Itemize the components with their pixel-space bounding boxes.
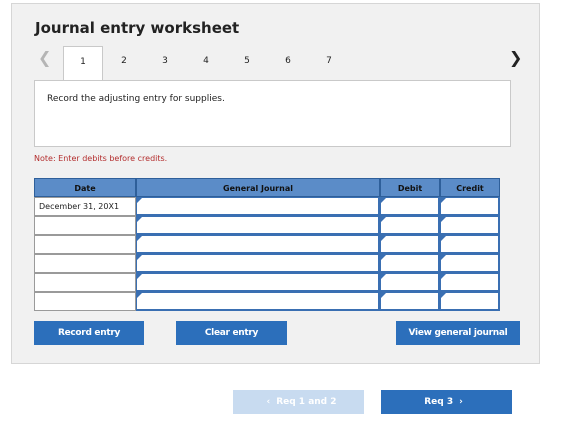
prev-requirement-label: Req 1 and 2 [276,397,337,407]
tab-5[interactable]: 5 [227,46,267,80]
dropdown-marker-icon [137,293,142,298]
debit-input[interactable] [380,292,440,311]
credit-input[interactable] [440,292,500,311]
input-marker-icon [381,236,386,241]
general-journal-input[interactable] [136,292,380,311]
chevron-left-icon[interactable]: ❮ [38,50,51,66]
tab-2[interactable]: 2 [104,46,144,80]
chevron-left-icon: ‹ [266,397,271,407]
date-cell[interactable]: December 31, 20X1 [34,197,136,216]
input-marker-icon [441,255,446,260]
input-marker-icon [441,217,446,222]
record-entry-button[interactable]: Record entry [34,321,144,345]
date-value: December 31, 20X1 [39,202,120,211]
input-marker-icon [441,198,446,203]
header-debit: Debit [380,178,440,197]
general-journal-input[interactable] [136,254,380,273]
dropdown-marker-icon [137,255,142,260]
credit-input[interactable] [440,235,500,254]
input-marker-icon [441,293,446,298]
tab-4[interactable]: 4 [186,46,226,80]
date-cell[interactable] [34,216,136,235]
debit-input[interactable] [380,235,440,254]
debit-credit-note: Note: Enter debits before credits. [34,154,168,163]
worksheet-title: Journal entry worksheet [35,19,240,37]
header-general-journal: General Journal [136,178,380,197]
journal-entry-table: Date General Journal Debit Credit Decemb… [34,178,502,311]
dropdown-marker-icon [137,217,142,222]
header-credit: Credit [440,178,500,197]
chevron-right-icon: › [459,397,463,407]
view-general-journal-button[interactable]: View general journal [396,321,520,345]
input-marker-icon [381,274,386,279]
input-marker-icon [381,255,386,260]
instruction-box: Record the adjusting entry for supplies. [34,80,511,147]
debit-input[interactable] [380,197,440,216]
debit-input[interactable] [380,254,440,273]
dropdown-marker-icon [137,274,142,279]
input-marker-icon [381,217,386,222]
dropdown-marker-icon [137,198,142,203]
general-journal-input[interactable] [136,197,380,216]
input-marker-icon [381,198,386,203]
general-journal-input[interactable] [136,273,380,292]
header-date: Date [34,178,136,197]
credit-input[interactable] [440,216,500,235]
date-cell[interactable] [34,254,136,273]
next-requirement-label: Req 3 [424,397,454,407]
prev-requirement-button[interactable]: ‹ Req 1 and 2 [233,390,364,414]
clear-entry-button[interactable]: Clear entry [176,321,287,345]
input-marker-icon [381,293,386,298]
debit-input[interactable] [380,273,440,292]
tab-7[interactable]: 7 [309,46,349,80]
journal-entry-worksheet-panel: Journal entry worksheet ❮ ❯ 1 2 3 4 5 6 … [11,3,540,364]
general-journal-input[interactable] [136,216,380,235]
tab-6[interactable]: 6 [268,46,308,80]
dropdown-marker-icon [137,236,142,241]
general-journal-input[interactable] [136,235,380,254]
chevron-right-icon[interactable]: ❯ [509,50,522,66]
entry-tabs: 1 2 3 4 5 6 7 [63,46,353,81]
input-marker-icon [441,236,446,241]
date-cell[interactable] [34,292,136,311]
credit-input[interactable] [440,254,500,273]
next-requirement-button[interactable]: Req 3 › [381,390,512,414]
debit-input[interactable] [380,216,440,235]
tab-3[interactable]: 3 [145,46,185,80]
credit-input[interactable] [440,197,500,216]
instruction-text: Record the adjusting entry for supplies. [47,94,225,104]
tab-1[interactable]: 1 [63,46,103,81]
credit-input[interactable] [440,273,500,292]
date-cell[interactable] [34,235,136,254]
input-marker-icon [441,274,446,279]
date-cell[interactable] [34,273,136,292]
